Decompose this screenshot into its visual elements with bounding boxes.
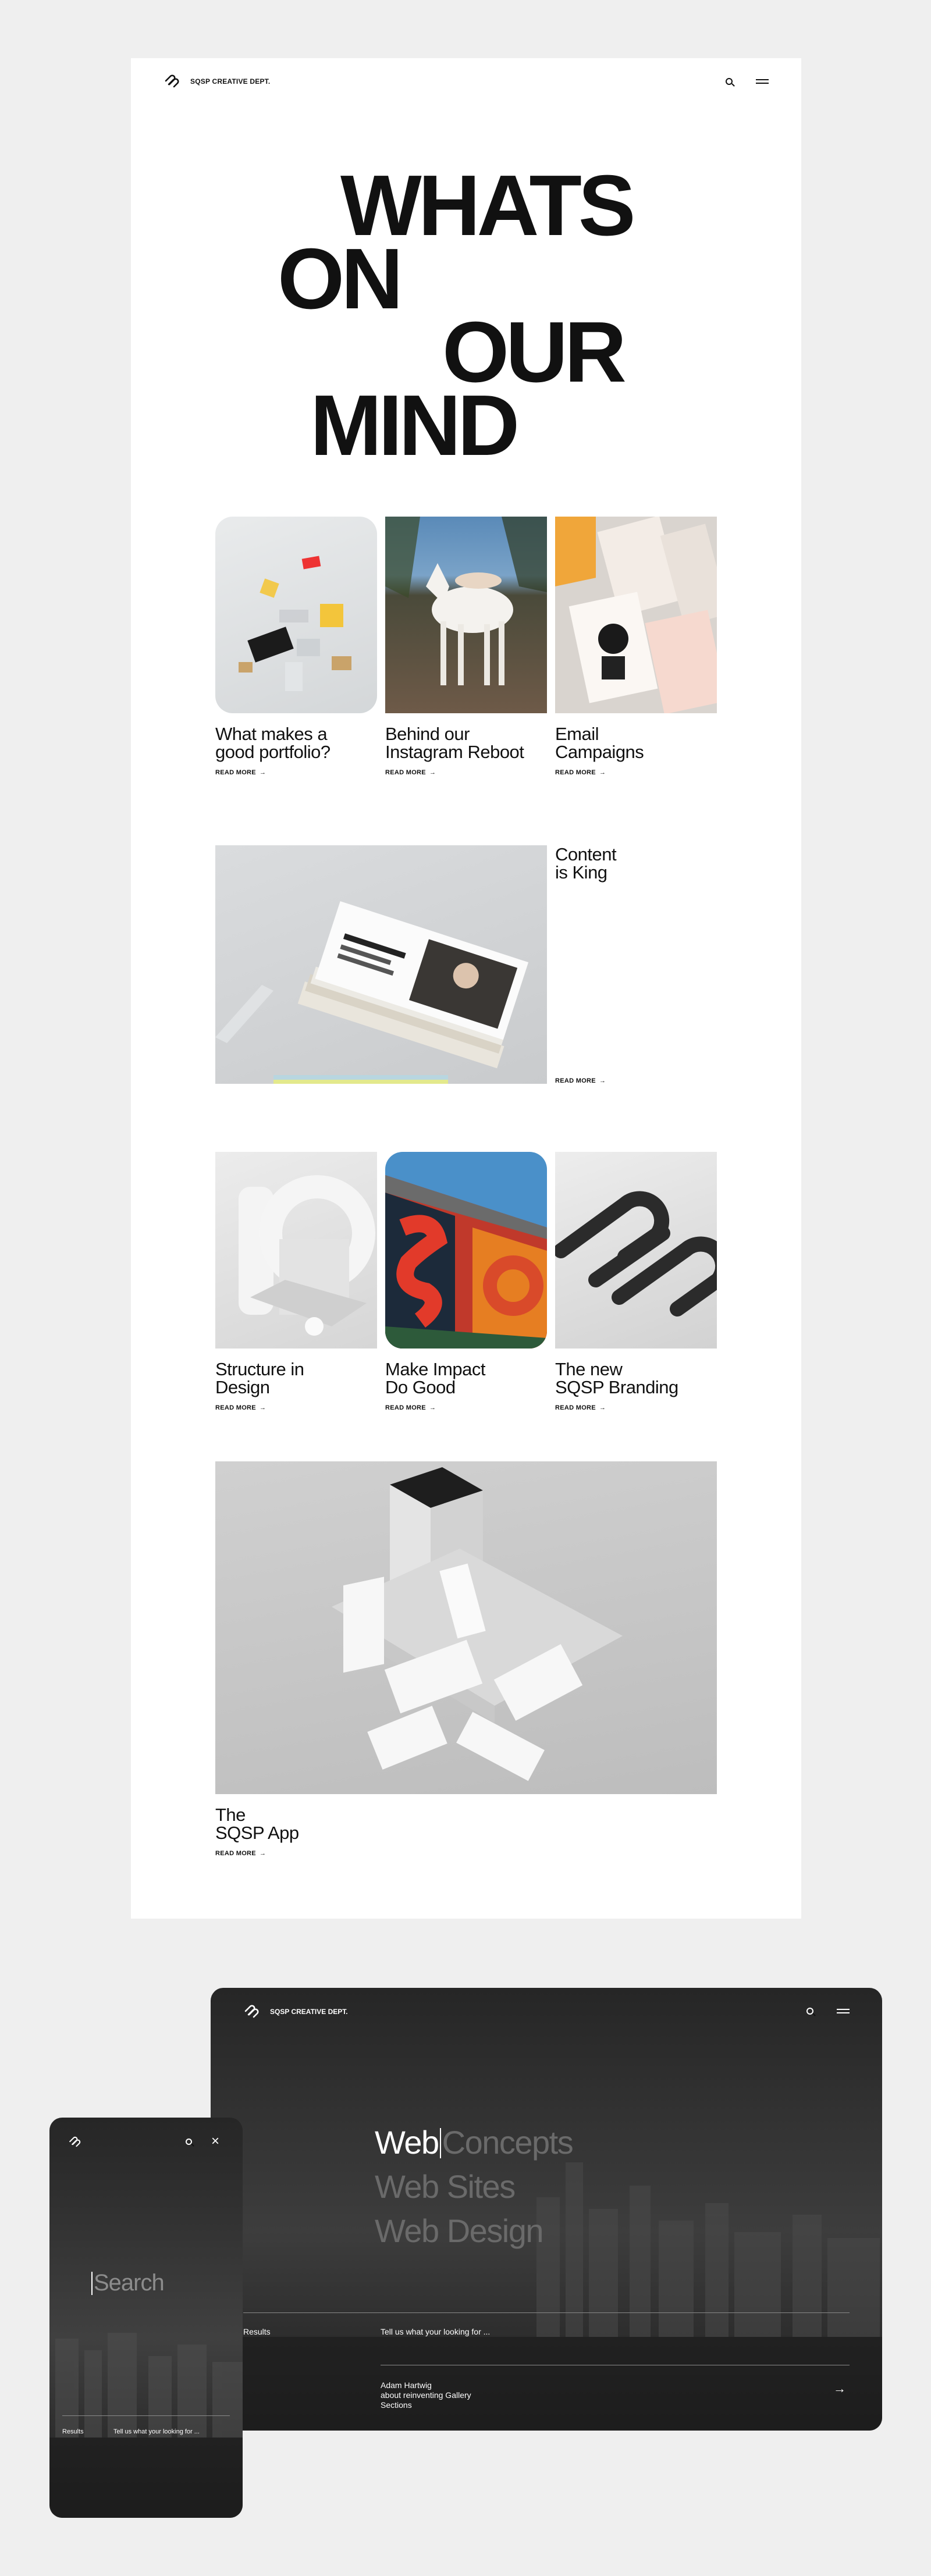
result-line: Adam Hartwig bbox=[381, 2381, 432, 2390]
read-more-link[interactable]: READ MORE → bbox=[215, 769, 377, 776]
search-icon[interactable] bbox=[806, 2008, 813, 2015]
brand-name[interactable]: SQSP CREATIVE DEPT. bbox=[270, 2008, 348, 2016]
text-cursor bbox=[439, 2128, 441, 2158]
post-title[interactable]: The new bbox=[555, 1360, 717, 1378]
post-title[interactable]: SQSP App bbox=[215, 1824, 717, 1842]
post-title[interactable]: Campaigns bbox=[555, 743, 717, 761]
arrow-right-icon[interactable]: → bbox=[833, 2381, 846, 2396]
menu-icon[interactable] bbox=[756, 79, 769, 84]
results-label: Results bbox=[62, 2428, 84, 2435]
results-label: Results bbox=[243, 2327, 271, 2336]
post-thumbnail[interactable] bbox=[215, 1461, 717, 1794]
read-more-link[interactable]: READ MORE → bbox=[555, 769, 717, 776]
post-card[interactable]: The new SQSP Branding READ MORE → bbox=[555, 1152, 717, 1411]
post-thumbnail[interactable] bbox=[385, 1152, 547, 1349]
result-item[interactable]: Adam Hartwig about reinventing Gallery S… bbox=[381, 2381, 471, 2410]
search-input[interactable]: Search bbox=[91, 2270, 165, 2296]
blog-page: SQSP CREATIVE DEPT. WHATS ON OUR MIND Wh… bbox=[131, 58, 801, 1919]
search-suggestion[interactable]: Web Sites bbox=[375, 2165, 573, 2209]
post-title[interactable]: What makes a bbox=[215, 725, 377, 743]
read-more-link[interactable]: READ MORE → bbox=[555, 1404, 717, 1411]
featured-post-card[interactable] bbox=[215, 845, 547, 1084]
post-title[interactable]: Behind our bbox=[385, 725, 547, 743]
divider bbox=[62, 2415, 230, 2416]
mobile-search-screen: × Search Results Tell us what your looki… bbox=[49, 2118, 243, 2518]
post-thumbnail[interactable] bbox=[385, 517, 547, 713]
post-thumbnail[interactable] bbox=[215, 845, 547, 1084]
arrow-right-icon: → bbox=[259, 769, 266, 776]
top-bar: SQSP CREATIVE DEPT. bbox=[164, 73, 769, 90]
read-more-label[interactable]: READ MORE bbox=[215, 769, 256, 776]
arrow-right-icon: → bbox=[259, 1850, 266, 1857]
divider bbox=[243, 2312, 850, 2313]
search-icon[interactable] bbox=[726, 78, 733, 85]
results-hint: Tell us what your looking for ... bbox=[381, 2327, 491, 2336]
post-card[interactable]: Email Campaigns READ MORE → bbox=[555, 517, 717, 776]
hero-line: ON bbox=[278, 231, 403, 327]
hero-heading: WHATS ON OUR MIND bbox=[131, 163, 801, 469]
post-title[interactable]: good portfolio? bbox=[215, 743, 377, 761]
read-more-label[interactable]: READ MORE bbox=[555, 1077, 596, 1084]
post-title[interactable]: is King bbox=[555, 863, 616, 881]
read-more-link[interactable]: READ MORE → bbox=[215, 1404, 377, 1411]
post-title[interactable]: Make Impact bbox=[385, 1360, 547, 1378]
read-more-link[interactable]: READ MORE → bbox=[385, 769, 547, 776]
read-more-link[interactable]: READ MORE → bbox=[215, 1850, 717, 1857]
close-icon[interactable]: × bbox=[211, 2133, 219, 2150]
brand-name[interactable]: SQSP CREATIVE DEPT. bbox=[190, 77, 270, 86]
arrow-right-icon: → bbox=[599, 769, 606, 776]
search-autocomplete[interactable]: Concepts bbox=[442, 2124, 574, 2161]
search-area: Web Concepts Web Sites Web Design bbox=[375, 2120, 574, 2253]
text-cursor bbox=[91, 2271, 93, 2295]
post-title[interactable]: Structure in bbox=[215, 1360, 377, 1378]
post-thumbnail[interactable] bbox=[215, 517, 377, 713]
search-typed-text: Web bbox=[375, 2124, 439, 2161]
squarespace-logo-icon[interactable] bbox=[164, 73, 181, 90]
arrow-right-icon: → bbox=[429, 769, 436, 776]
results-hint: Tell us what your looking for ... bbox=[113, 2428, 200, 2435]
arrow-right-icon: → bbox=[599, 1404, 606, 1411]
post-card[interactable]: Make Impact Do Good READ MORE → bbox=[385, 1152, 547, 1411]
squarespace-logo-icon[interactable] bbox=[68, 2135, 82, 2149]
post-thumbnail[interactable] bbox=[555, 517, 717, 713]
post-thumbnail[interactable] bbox=[555, 1152, 717, 1349]
read-more-label[interactable]: READ MORE bbox=[555, 1404, 596, 1411]
result-line: Sections bbox=[381, 2400, 412, 2410]
post-title[interactable]: Design bbox=[215, 1378, 377, 1396]
read-more-link[interactable]: READ MORE → bbox=[385, 1404, 547, 1411]
hero-line: MIND bbox=[310, 378, 520, 474]
post-title[interactable]: SQSP Branding bbox=[555, 1378, 717, 1396]
arrow-right-icon: → bbox=[599, 1077, 606, 1084]
read-more-link[interactable]: READ MORE → bbox=[555, 1077, 606, 1084]
post-title[interactable]: Instagram Reboot bbox=[385, 743, 547, 761]
search-input[interactable]: Web Concepts bbox=[375, 2120, 574, 2165]
post-card[interactable]: What makes a good portfolio? READ MORE → bbox=[215, 517, 377, 776]
post-title[interactable]: Email bbox=[555, 725, 717, 743]
read-more-label[interactable]: READ MORE bbox=[215, 1404, 256, 1411]
post-card[interactable]: Behind our Instagram Reboot READ MORE → bbox=[385, 517, 547, 776]
read-more-label[interactable]: READ MORE bbox=[385, 1404, 426, 1411]
arrow-right-icon: → bbox=[429, 1404, 436, 1411]
post-thumbnail[interactable] bbox=[215, 1152, 377, 1349]
post-title[interactable]: The bbox=[215, 1806, 717, 1824]
result-line: about reinventing Gallery bbox=[381, 2390, 471, 2400]
post-title[interactable]: Content bbox=[555, 845, 617, 863]
read-more-label[interactable]: READ MORE bbox=[385, 769, 426, 776]
read-more-label[interactable]: READ MORE bbox=[555, 769, 596, 776]
city-skyline-background bbox=[49, 2333, 243, 2518]
search-icon[interactable] bbox=[186, 2139, 192, 2145]
post-title[interactable]: Do Good bbox=[385, 1378, 547, 1396]
featured-post-text: Content is King bbox=[555, 845, 617, 881]
post-card[interactable]: The SQSP App READ MORE → bbox=[215, 1461, 717, 1857]
read-more-label[interactable]: READ MORE bbox=[215, 1850, 256, 1857]
search-suggestion[interactable]: Web Design bbox=[375, 2209, 573, 2253]
post-card[interactable]: Structure in Design READ MORE → bbox=[215, 1152, 377, 1411]
desktop-search-screen: SQSP CREATIVE DEPT. Web Concepts Web Site… bbox=[211, 1988, 882, 2431]
arrow-right-icon: → bbox=[259, 1404, 266, 1411]
menu-icon[interactable] bbox=[837, 2009, 850, 2013]
squarespace-logo-icon[interactable] bbox=[243, 2003, 261, 2020]
search-placeholder: Search bbox=[94, 2270, 165, 2296]
